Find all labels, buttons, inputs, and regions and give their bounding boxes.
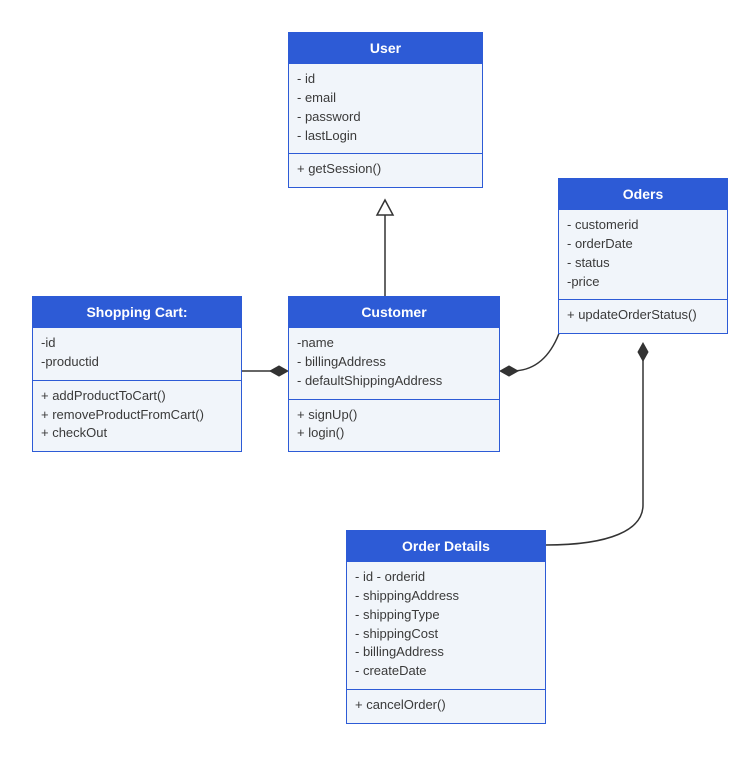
attr: - shippingAddress xyxy=(355,587,537,606)
attr: - lastLogin xyxy=(297,127,474,146)
attr: - createDate xyxy=(355,662,537,681)
attr: - defaultShippingAddress xyxy=(297,372,491,391)
class-customer-title: Customer xyxy=(289,297,499,327)
method: + removeProductFromCart() xyxy=(41,406,233,425)
class-orders-attrs: - customerid - orderDate - status -price xyxy=(559,209,727,299)
rel-customer-user xyxy=(377,200,393,296)
class-customer-attrs: -name - billingAddress - defaultShipping… xyxy=(289,327,499,399)
method: + getSession() xyxy=(297,160,474,179)
class-shopping-cart-title: Shopping Cart: xyxy=(33,297,241,327)
attr: - shippingType xyxy=(355,606,537,625)
method: + checkOut xyxy=(41,424,233,443)
attr: - orderDate xyxy=(567,235,719,254)
class-order-details-methods: + cancelOrder() xyxy=(347,689,545,723)
class-user-methods: + getSession() xyxy=(289,153,482,187)
attr: -productid xyxy=(41,353,233,372)
class-shopping-cart-methods: + addProductToCart() + removeProductFrom… xyxy=(33,380,241,452)
class-shopping-cart: Shopping Cart: -id -productid + addProdu… xyxy=(32,296,242,452)
attr: - id xyxy=(297,70,474,89)
class-user-title: User xyxy=(289,33,482,63)
attr: - shippingCost xyxy=(355,625,537,644)
class-orders: Oders - customerid - orderDate - status … xyxy=(558,178,728,334)
attr: - customerid xyxy=(567,216,719,235)
attr: - billingAddress xyxy=(297,353,491,372)
method: + login() xyxy=(297,424,491,443)
class-user: User - id - email - password - lastLogin… xyxy=(288,32,483,188)
class-order-details-title: Order Details xyxy=(347,531,545,561)
method: + addProductToCart() xyxy=(41,387,233,406)
rel-orders-orderdetails xyxy=(546,343,648,545)
class-shopping-cart-attrs: -id -productid xyxy=(33,327,241,380)
class-user-attrs: - id - email - password - lastLogin xyxy=(289,63,482,153)
attr: - status xyxy=(567,254,719,273)
class-orders-methods: + updateOrderStatus() xyxy=(559,299,727,333)
method: + signUp() xyxy=(297,406,491,425)
class-customer: Customer -name - billingAddress - defaul… xyxy=(288,296,500,452)
method: + updateOrderStatus() xyxy=(567,306,719,325)
method: + cancelOrder() xyxy=(355,696,537,715)
attr: - billingAddress xyxy=(355,643,537,662)
class-order-details: Order Details - id - orderid - shippingA… xyxy=(346,530,546,724)
class-customer-methods: + signUp() + login() xyxy=(289,399,499,452)
attr: - id - orderid xyxy=(355,568,537,587)
attr: -id xyxy=(41,334,233,353)
attr: - email xyxy=(297,89,474,108)
class-orders-title: Oders xyxy=(559,179,727,209)
class-order-details-attrs: - id - orderid - shippingAddress - shipp… xyxy=(347,561,545,689)
attr: - password xyxy=(297,108,474,127)
attr: -name xyxy=(297,334,491,353)
rel-customer-shoppingcart xyxy=(242,366,288,376)
attr: -price xyxy=(567,273,719,292)
